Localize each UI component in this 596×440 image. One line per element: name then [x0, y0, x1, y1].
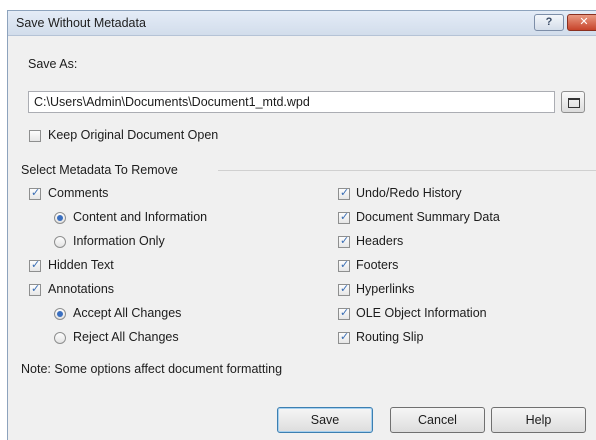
keep-open-checkbox[interactable] — [29, 130, 41, 142]
annotations-label: Annotations — [48, 282, 115, 296]
hidden-text-checkbox[interactable]: ✓ — [29, 259, 41, 272]
reject-all-radio[interactable] — [54, 332, 66, 344]
reject-all-label: Reject All Changes — [73, 330, 179, 344]
help-button[interactable]: Help — [491, 407, 586, 433]
footers-checkbox[interactable]: ✓ — [338, 259, 350, 272]
hyperlinks-label: Hyperlinks — [356, 282, 415, 296]
close-button[interactable]: ✕ — [567, 14, 596, 31]
check-icon: ✓ — [340, 331, 350, 343]
headers-label: Headers — [356, 234, 404, 248]
annotations-checkbox[interactable]: ✓ — [29, 283, 41, 296]
info-only-label: Information Only — [73, 234, 165, 248]
help-title-button[interactable]: ? — [534, 14, 564, 31]
routing-label: Routing Slip — [356, 330, 424, 344]
check-icon: ✓ — [340, 307, 350, 319]
check-icon: ✓ — [340, 259, 350, 271]
summary-label: Document Summary Data — [356, 210, 500, 224]
group-separator — [218, 170, 596, 171]
title-bar: Save Without Metadata ? ✕ — [8, 11, 596, 36]
folder-icon — [568, 98, 580, 108]
save-as-path-value: C:\Users\Admin\Documents\Document1_mtd.w… — [34, 95, 310, 109]
check-icon: ✓ — [340, 235, 350, 247]
check-icon: ✓ — [340, 283, 350, 295]
check-icon: ✓ — [340, 211, 350, 223]
accept-all-radio[interactable] — [54, 308, 66, 320]
headers-checkbox[interactable]: ✓ — [338, 235, 350, 248]
summary-checkbox[interactable]: ✓ — [338, 211, 350, 224]
routing-checkbox[interactable]: ✓ — [338, 331, 350, 344]
check-icon: ✓ — [31, 259, 41, 271]
info-only-radio[interactable] — [54, 236, 66, 248]
browse-button[interactable] — [561, 91, 585, 113]
ole-label: OLE Object Information — [356, 306, 487, 320]
footers-label: Footers — [356, 258, 399, 272]
undo-redo-checkbox[interactable]: ✓ — [338, 187, 350, 200]
radio-dot — [57, 311, 63, 317]
check-icon: ✓ — [340, 187, 350, 199]
check-icon: ✓ — [31, 283, 41, 295]
check-icon: ✓ — [31, 187, 41, 199]
cancel-button[interactable]: Cancel — [390, 407, 485, 433]
content-info-radio[interactable] — [54, 212, 66, 224]
ole-checkbox[interactable]: ✓ — [338, 307, 350, 320]
undo-redo-label: Undo/Redo History — [356, 186, 462, 200]
keep-open-label: Keep Original Document Open — [48, 128, 219, 142]
hidden-text-label: Hidden Text — [48, 258, 114, 272]
hyperlinks-checkbox[interactable]: ✓ — [338, 283, 350, 296]
dialog-window: Save Without Metadata ? ✕ Save As: C:\Us… — [7, 10, 596, 440]
comments-checkbox[interactable]: ✓ — [29, 187, 41, 200]
save-button[interactable]: Save — [277, 407, 373, 433]
window-title: Save Without Metadata — [16, 16, 146, 30]
metadata-group-label: Select Metadata To Remove — [21, 163, 178, 177]
save-as-path-input[interactable]: C:\Users\Admin\Documents\Document1_mtd.w… — [28, 91, 555, 113]
radio-dot — [57, 215, 63, 221]
content-info-label: Content and Information — [73, 210, 208, 224]
comments-label: Comments — [48, 186, 109, 200]
formatting-note: Note: Some options affect document forma… — [21, 362, 283, 376]
accept-all-label: Accept All Changes — [73, 306, 182, 320]
save-as-label: Save As: — [28, 57, 78, 71]
